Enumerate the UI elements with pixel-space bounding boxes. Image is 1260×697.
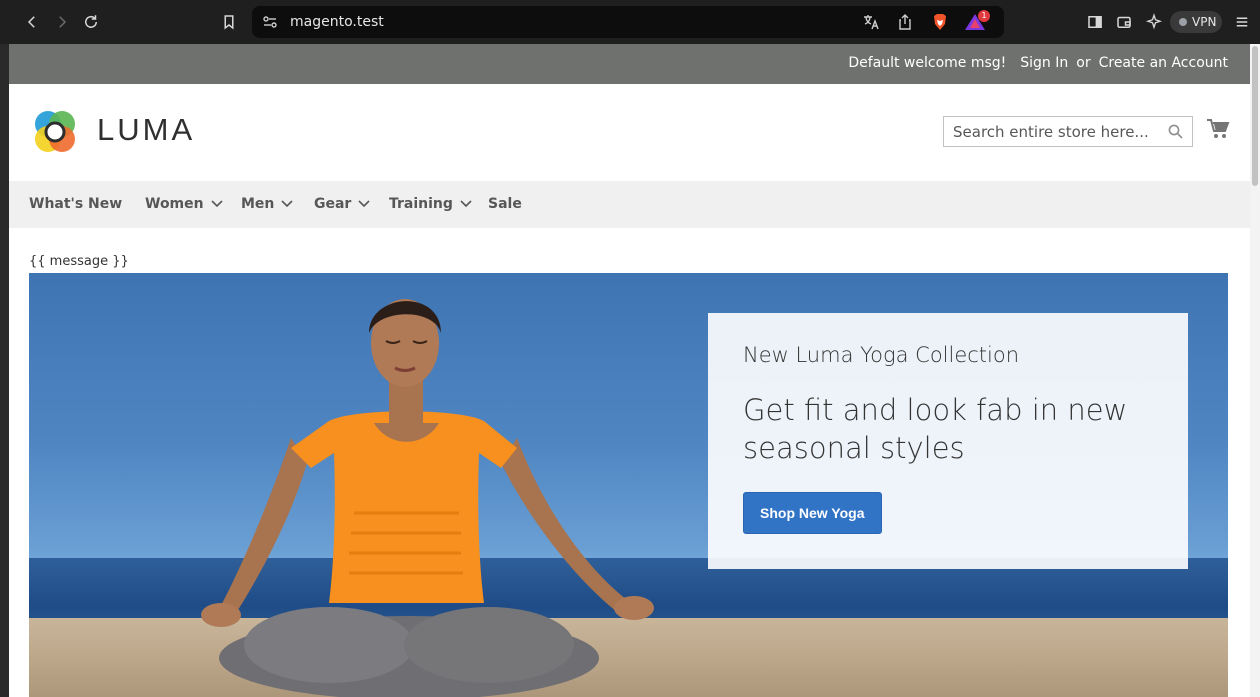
url-text: magento.test — [290, 14, 384, 30]
hero-banner[interactable]: New Luma Yoga Collection Get fit and loo… — [29, 273, 1228, 697]
sidebar-icon[interactable] — [1083, 10, 1107, 34]
wallet-icon[interactable] — [1112, 10, 1136, 34]
nav-label: Men — [241, 196, 275, 212]
or-text: or — [1076, 55, 1091, 71]
translate-icon[interactable] — [862, 13, 880, 31]
yoga-model-image — [201, 299, 654, 697]
menu-icon[interactable] — [1230, 10, 1254, 34]
background-window-edge — [0, 44, 9, 697]
address-bar[interactable]: magento.test — [252, 6, 1004, 38]
nav-label: Sale — [488, 196, 522, 212]
chevron-down-icon — [281, 200, 293, 208]
reload-icon[interactable] — [79, 10, 103, 34]
nav-item-gear[interactable]: Gear — [314, 196, 370, 212]
vpn-status-dot — [1179, 18, 1187, 26]
promo-subtitle: New Luma Yoga Collection — [743, 343, 1020, 367]
shop-new-yoga-button[interactable]: Shop New Yoga — [743, 492, 882, 534]
nav-label: What's New — [29, 196, 123, 212]
bookmark-icon[interactable] — [217, 10, 241, 34]
nav-label: Training — [389, 196, 453, 212]
back-icon[interactable] — [20, 10, 44, 34]
promo-card: New Luma Yoga Collection Get fit and loo… — [708, 313, 1188, 569]
leo-ai-icon[interactable] — [1142, 10, 1166, 34]
page-scrollbar[interactable] — [1250, 44, 1260, 697]
search-box[interactable] — [943, 116, 1193, 147]
nav-item-whats-new[interactable]: What's New — [29, 196, 122, 212]
chevron-down-icon — [211, 200, 223, 208]
nav-item-men[interactable]: Men — [241, 196, 293, 212]
chevron-down-icon — [358, 200, 370, 208]
nav-item-women[interactable]: Women — [145, 196, 223, 212]
chevron-down-icon — [460, 200, 472, 208]
luma-logo-icon[interactable] — [29, 106, 81, 158]
brave-shield-icon[interactable] — [931, 13, 949, 31]
site-header: LUMA — [9, 84, 1250, 181]
vpn-label: VPN — [1192, 15, 1217, 29]
nav-item-sale[interactable]: Sale — [488, 196, 522, 212]
cart-icon[interactable] — [1206, 118, 1230, 140]
scrollbar-thumb[interactable] — [1252, 46, 1258, 186]
share-icon[interactable] — [896, 13, 914, 31]
create-account-link[interactable]: Create an Account — [1099, 55, 1228, 71]
nav-label: Women — [145, 196, 204, 212]
top-panel: Default welcome msg! Sign In or Create a… — [9, 44, 1250, 84]
nav-item-training[interactable]: Training — [389, 196, 472, 212]
promo-headline: Get fit and look fab in new seasonal sty… — [743, 393, 1128, 465]
search-icon[interactable] — [1168, 124, 1183, 139]
search-input[interactable] — [944, 117, 1164, 146]
nav-label: Gear — [314, 196, 352, 212]
welcome-message: Default welcome msg! — [848, 55, 1007, 71]
store-page: Default welcome msg! Sign In or Create a… — [9, 44, 1250, 697]
template-message: {{ message }} — [29, 254, 129, 269]
forward-icon[interactable] — [50, 10, 74, 34]
browser-toolbar: magento.test 1 VPN — [0, 0, 1260, 44]
logo-text[interactable]: LUMA — [97, 112, 195, 148]
main-nav: What's New Women Men Gear Training Sale — [9, 181, 1250, 228]
site-settings-icon[interactable] — [262, 14, 278, 30]
notification-badge: 1 — [978, 10, 990, 22]
vpn-button[interactable]: VPN — [1170, 11, 1222, 33]
sign-in-link[interactable]: Sign In — [1020, 55, 1068, 71]
